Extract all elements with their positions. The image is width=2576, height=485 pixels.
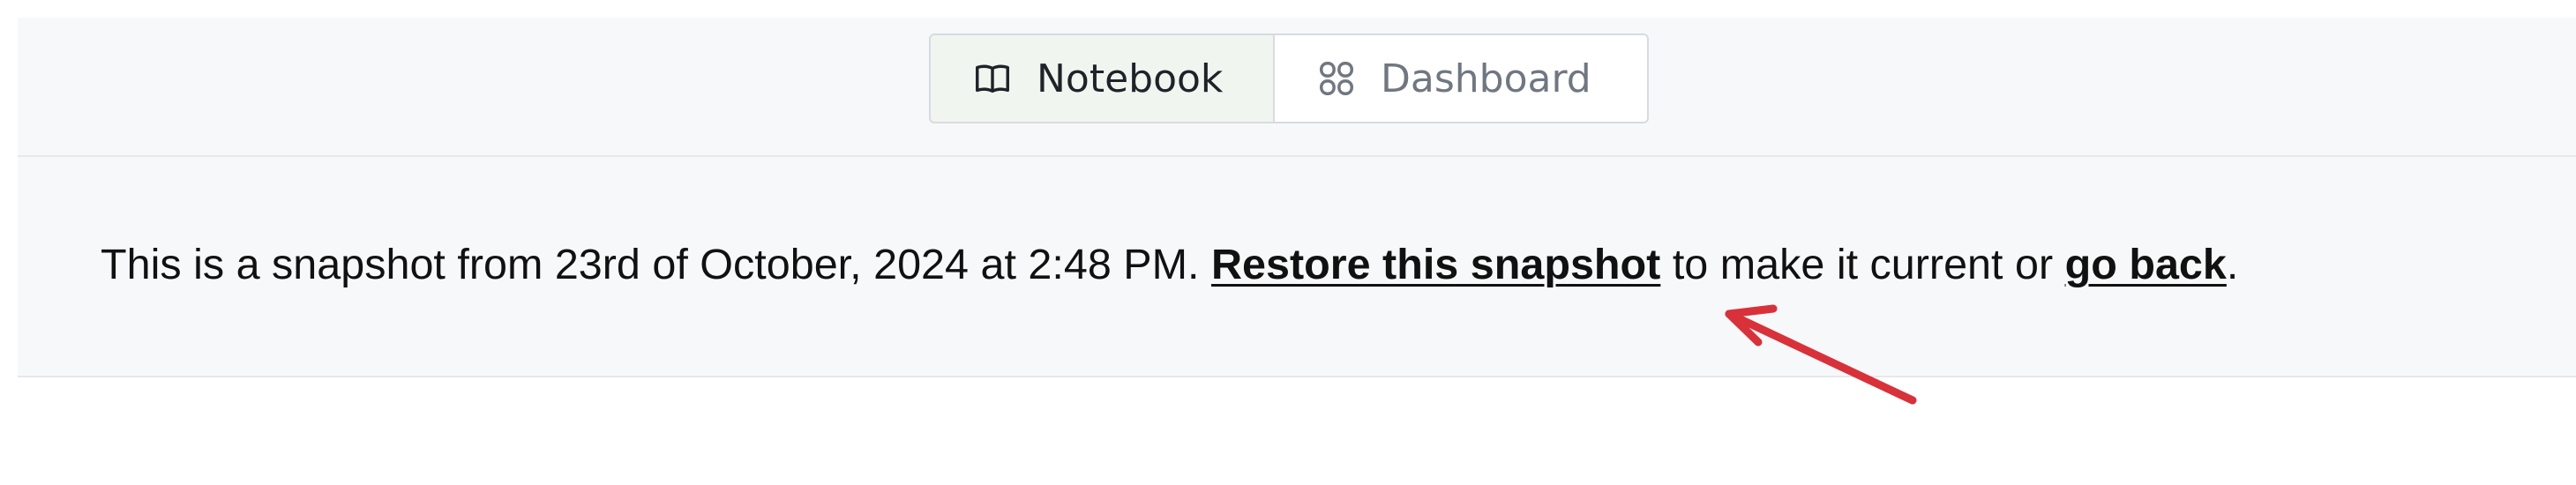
view-toolbar: Notebook Dashboard [18, 18, 2576, 157]
tab-dashboard-label: Dashboard [1381, 56, 1591, 101]
restore-snapshot-link[interactable]: Restore this snapshot [1211, 241, 1660, 288]
grid-icon [1315, 57, 1358, 100]
snapshot-suffix-text: . [2226, 241, 2239, 288]
snapshot-banner: This is a snapshot from 23rd of October,… [18, 157, 2576, 377]
tab-dashboard[interactable]: Dashboard [1275, 34, 1649, 123]
view-toggle-group: Notebook Dashboard [929, 34, 1649, 123]
go-back-link[interactable]: go back [2065, 241, 2227, 288]
tab-notebook[interactable]: Notebook [929, 34, 1275, 123]
page: Notebook Dashboard This is a snapshot fr… [0, 0, 2576, 485]
tab-notebook-label: Notebook [1037, 56, 1224, 101]
snapshot-date-text: This is a snapshot from 23rd of October,… [101, 241, 1200, 288]
snapshot-middle-text: to make it current or [1672, 241, 2054, 288]
book-icon [971, 57, 1014, 100]
snapshot-message: This is a snapshot from 23rd of October,… [101, 238, 2238, 291]
